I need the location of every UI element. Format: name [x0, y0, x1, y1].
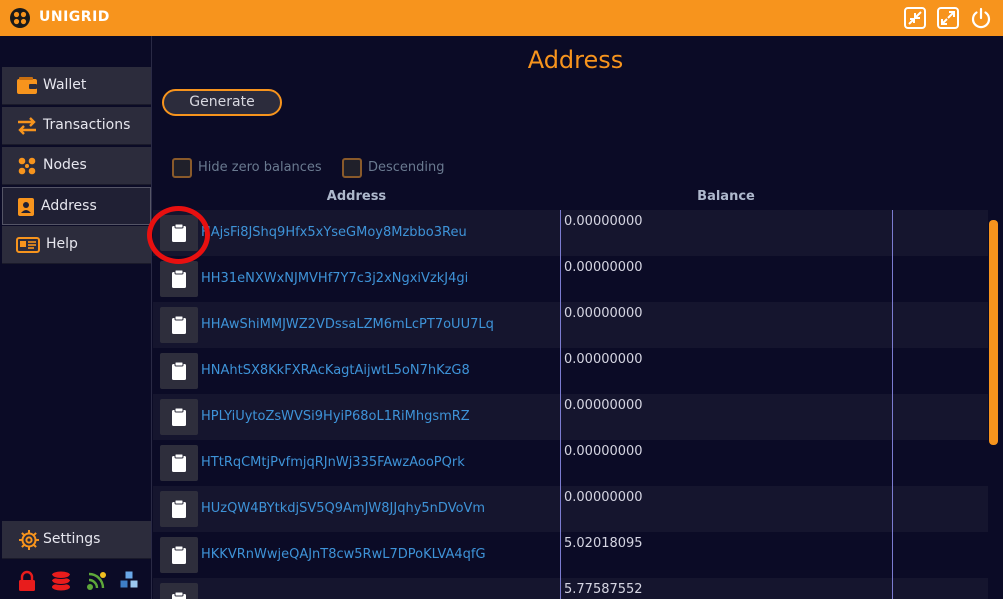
sidebar-item-label: Transactions	[43, 117, 131, 133]
sidebar-item-address[interactable]: Address	[2, 187, 151, 225]
clipboard-icon	[172, 315, 186, 334]
sidebar-item-label: Wallet	[43, 77, 87, 93]
table-row: HHAwShiMMJWZ2VDssaLZM6mLcPT7oUU7Lq 0.000…	[153, 302, 988, 348]
table-row: HPLYiUytoZsWVSi9HyiP68oL1RiMhgsmRZ 0.000…	[153, 394, 988, 440]
balance-value: 5.77587552	[564, 582, 643, 597]
window-edge	[998, 36, 1003, 599]
column-header-balance[interactable]: Balance	[560, 189, 892, 204]
gear-icon	[19, 530, 39, 550]
generate-button[interactable]: Generate	[162, 89, 282, 116]
copy-address-button[interactable]	[160, 491, 198, 527]
sidebar-item-nodes[interactable]: Nodes	[2, 147, 151, 185]
power-icon[interactable]	[970, 7, 992, 29]
clipboard-icon	[172, 269, 186, 288]
status-bar	[2, 560, 151, 599]
checkbox-label: Descending	[368, 160, 445, 175]
copy-address-button[interactable]	[160, 399, 198, 435]
clipboard-icon	[172, 407, 186, 426]
coins-stack-icon[interactable]	[50, 570, 72, 592]
balance-value: 0.00000000	[564, 352, 643, 367]
settings-label: Settings	[43, 531, 101, 547]
sidebar-item-help[interactable]: Help	[2, 226, 151, 264]
checkbox-label: Hide zero balances	[198, 160, 322, 175]
checkbox-box[interactable]	[342, 158, 362, 178]
sidebar-item-transactions[interactable]: Transactions	[2, 107, 151, 145]
copy-address-button[interactable]	[160, 307, 198, 343]
table-row: HNAhtSX8KkFXRAcKagtAijwtL5oN7hKzG8 0.000…	[153, 348, 988, 394]
sidebar-item-label: Nodes	[43, 157, 87, 173]
address-book-icon	[18, 198, 34, 216]
balance-value: 0.00000000	[564, 490, 643, 505]
balance-value: 0.00000000	[564, 306, 643, 321]
title-bar: UNIGRID	[0, 0, 1003, 36]
table-row: 5.77587552	[153, 578, 988, 599]
copy-address-button[interactable]	[160, 261, 198, 297]
sidebar-item-label: Help	[46, 236, 78, 252]
address-page: Address Generate Hide zero balances Desc…	[153, 36, 1003, 599]
wallet-icon	[17, 77, 37, 94]
copy-address-button[interactable]	[160, 583, 198, 599]
column-header-address[interactable]: Address	[153, 189, 560, 204]
help-card-icon	[16, 237, 40, 253]
clipboard-icon	[172, 223, 186, 242]
blocks-icon[interactable]	[118, 570, 140, 592]
table-scrollbar[interactable]	[989, 220, 998, 445]
network-signal-icon[interactable]	[85, 570, 107, 592]
table-row: HTtRqCMtjPvfmjqRJnWj335FAwzAooPQrk 0.000…	[153, 440, 988, 486]
address-text[interactable]: HUzQW4BYtkdjSV5Q9AmJW8JJqhy5nDVoVm	[201, 501, 485, 516]
transfer-arrows-icon	[18, 117, 36, 135]
app-title: UNIGRID	[39, 9, 110, 25]
clipboard-icon	[172, 545, 186, 564]
balance-value: 5.02018095	[564, 536, 643, 551]
address-text[interactable]: HH31eNXWxNJMVHf7Y7c3j2xNgxiVzkJ4gi	[201, 271, 468, 286]
address-text[interactable]: HNAhtSX8KkFXRAcKagtAijwtL5oN7hKzG8	[201, 363, 470, 378]
page-title: Address	[527, 46, 624, 74]
sidebar: Wallet Transactions Nodes Address Help S…	[0, 36, 152, 599]
sidebar-item-wallet[interactable]: Wallet	[2, 67, 151, 105]
clipboard-icon	[172, 453, 186, 472]
sidebar-item-label: Address	[41, 198, 97, 214]
copy-address-button[interactable]	[160, 445, 198, 481]
nodes-icon	[18, 157, 36, 175]
balance-value: 0.00000000	[564, 214, 643, 229]
unigrid-logo-icon	[10, 8, 30, 28]
column-divider	[892, 210, 893, 599]
clipboard-icon	[172, 361, 186, 380]
lock-icon[interactable]	[16, 570, 38, 592]
maximize-icon[interactable]	[937, 7, 959, 29]
settings-button[interactable]: Settings	[2, 521, 151, 559]
address-text[interactable]: HKKVRnWwjeQAJnT8cw5RwL7DPoKLVA4qfG	[201, 547, 486, 562]
table-row: HUzQW4BYtkdjSV5Q9AmJW8JJqhy5nDVoVm 0.000…	[153, 486, 988, 532]
restore-down-icon[interactable]	[904, 7, 926, 29]
copy-address-button[interactable]	[160, 353, 198, 389]
address-table: HAjsFi8JShq9Hfx5xYseGMoy8Mzbbo3Reu 0.000…	[153, 210, 988, 599]
balance-value: 0.00000000	[564, 260, 643, 275]
balance-value: 0.00000000	[564, 398, 643, 413]
address-text[interactable]: HPLYiUytoZsWVSi9HyiP68oL1RiMhgsmRZ	[201, 409, 470, 424]
table-row: HH31eNXWxNJMVHf7Y7c3j2xNgxiVzkJ4gi 0.000…	[153, 256, 988, 302]
copy-address-button[interactable]	[160, 215, 198, 251]
column-divider	[560, 210, 561, 599]
address-text[interactable]: HTtRqCMtjPvfmjqRJnWj335FAwzAooPQrk	[201, 455, 465, 470]
clipboard-icon	[172, 499, 186, 518]
table-row: HKKVRnWwjeQAJnT8cw5RwL7DPoKLVA4qfG 5.020…	[153, 532, 988, 578]
checkbox-box[interactable]	[172, 158, 192, 178]
copy-address-button[interactable]	[160, 537, 198, 573]
address-text[interactable]: HAjsFi8JShq9Hfx5xYseGMoy8Mzbbo3Reu	[201, 225, 467, 240]
clipboard-icon	[172, 591, 186, 599]
balance-value: 0.00000000	[564, 444, 643, 459]
address-text[interactable]: HHAwShiMMJWZ2VDssaLZM6mLcPT7oUU7Lq	[201, 317, 494, 332]
table-row: HAjsFi8JShq9Hfx5xYseGMoy8Mzbbo3Reu 0.000…	[153, 210, 988, 256]
